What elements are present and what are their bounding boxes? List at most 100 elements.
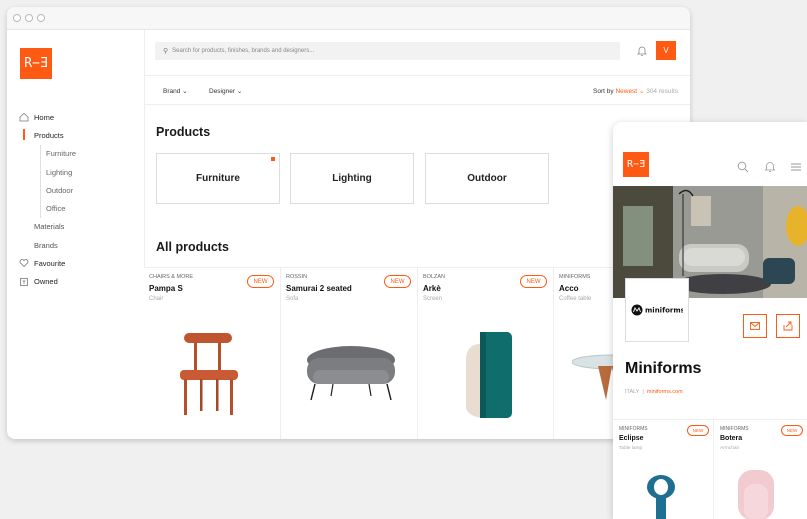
brand-filter-label: Brand xyxy=(163,88,181,95)
new-badge: NEW xyxy=(247,275,274,288)
chevron-down-icon: ⌄ xyxy=(236,88,243,95)
sidebar-item-label: Favourite xyxy=(34,259,66,269)
brand-meta: ITALY | miniforms.com xyxy=(625,389,683,395)
window-titlebar xyxy=(7,7,690,30)
sidebar-item-lighting[interactable]: Lighting xyxy=(19,162,76,182)
sidebar-item-brands[interactable]: Brands xyxy=(19,236,76,254)
product-brand: MINIFORMS xyxy=(619,426,648,432)
active-indicator xyxy=(23,129,25,141)
brand-website-link[interactable]: miniforms.com xyxy=(647,389,683,395)
product-type: Armchair xyxy=(720,446,740,451)
category-card-lighting[interactable]: Lighting xyxy=(290,153,414,204)
product-brand: CHAIRS & MORE xyxy=(149,274,194,280)
tree-line xyxy=(40,199,41,218)
sidebar: R−Ǝ Home Products Furniture Lighting Out… xyxy=(7,30,145,439)
filter-bar: Brand ⌄ Designer ⌄ Sort by Newest ⌄ 304 … xyxy=(144,75,690,105)
product-card[interactable]: BOLZAN Arkè Screen NEW xyxy=(418,268,554,439)
category-card-outdoor[interactable]: Outdoor xyxy=(425,153,549,204)
product-name: Pampa S xyxy=(149,284,183,293)
mail-button[interactable] xyxy=(743,314,767,338)
category-card-furniture[interactable]: Furniture xyxy=(156,153,280,204)
window-maximize-button[interactable] xyxy=(37,14,45,22)
window-close-button[interactable] xyxy=(13,14,21,22)
mail-icon xyxy=(750,322,760,330)
avatar[interactable]: V xyxy=(656,41,676,60)
category-label: Lighting xyxy=(332,173,372,184)
desktop-window: R−Ǝ Home Products Furniture Lighting Out… xyxy=(7,7,690,439)
search-icon: ⚲ xyxy=(163,48,169,55)
sidebar-item-label: Materials xyxy=(34,222,65,232)
box-icon xyxy=(20,277,28,286)
product-type: Coffee table xyxy=(559,296,592,302)
search-icon[interactable] xyxy=(737,161,749,173)
product-grid: CHAIRS & MORE Pampa S Chair NEW ROSSIN S… xyxy=(144,267,690,439)
new-indicator-dot xyxy=(271,157,275,161)
designer-filter-dropdown[interactable]: Designer ⌄ xyxy=(209,87,242,95)
sidebar-item-owned[interactable]: Owned xyxy=(19,273,76,291)
heart-icon xyxy=(19,259,29,268)
sidebar-item-label: Furniture xyxy=(46,149,77,159)
bell-icon[interactable] xyxy=(764,161,776,173)
product-name: Botera xyxy=(720,435,743,442)
sort-value[interactable]: Newest xyxy=(615,88,637,95)
sidebar-item-label: Brands xyxy=(34,240,58,250)
sidebar-item-furniture[interactable]: Furniture xyxy=(19,144,77,163)
chevron-down-icon: ⌄ xyxy=(182,88,188,95)
product-name: Acco xyxy=(559,284,579,293)
product-type: Table lamp xyxy=(619,446,643,451)
mobile-product-grid: MINIFORMS Eclipse Table lamp NEW MINIFOR… xyxy=(613,419,807,519)
designer-filter-label: Designer xyxy=(209,88,236,95)
sidebar-item-outdoor[interactable]: Outdoor xyxy=(19,181,76,200)
new-badge: NEW xyxy=(384,275,411,288)
screen-image xyxy=(466,332,512,418)
product-name: Eclipse xyxy=(619,435,644,442)
category-label: Furniture xyxy=(196,173,240,184)
menu-icon[interactable] xyxy=(790,161,802,173)
product-type: Chair xyxy=(149,296,164,302)
new-badge: NEW xyxy=(687,425,709,436)
brand-filter-dropdown[interactable]: Brand ⌄ xyxy=(163,87,188,95)
mobile-app-logo[interactable]: R−Ǝ xyxy=(623,152,649,177)
search-input[interactable]: ⚲ Search for products, finishes, brands … xyxy=(155,42,620,60)
product-brand: MINIFORMS xyxy=(559,274,591,280)
product-brand: ROSSIN xyxy=(286,274,308,280)
window-minimize-button[interactable] xyxy=(25,14,33,22)
avatar-initial: V xyxy=(663,46,669,55)
sidebar-item-label: Office xyxy=(46,204,66,214)
sidebar-item-materials[interactable]: Materials xyxy=(19,218,76,236)
product-name: Arkè xyxy=(423,284,441,293)
lamp-image xyxy=(647,475,675,519)
product-type: Sofa xyxy=(286,296,299,302)
chair-image xyxy=(180,333,238,415)
results-count: 304 results xyxy=(646,88,678,95)
sidebar-item-office[interactable]: Office xyxy=(19,199,76,218)
sidebar-item-home[interactable]: Home xyxy=(19,108,76,126)
product-card[interactable]: ROSSIN Samurai 2 seated Sofa NEW xyxy=(281,268,418,439)
armchair-image xyxy=(738,470,774,519)
new-badge: NEW xyxy=(781,425,803,436)
share-button[interactable] xyxy=(776,314,800,338)
app-logo[interactable]: R−Ǝ xyxy=(20,48,52,79)
brand-logo-text: miniforms xyxy=(645,307,683,315)
sidebar-item-favourite[interactable]: Favourite xyxy=(19,254,76,272)
product-name: Samurai 2 seated xyxy=(286,284,352,293)
logo-text: R−Ǝ xyxy=(24,56,48,71)
sofa-image xyxy=(307,346,395,401)
sidebar-nav: Home Products Furniture Lighting Outdoor… xyxy=(19,108,76,291)
sidebar-item-products[interactable]: Products xyxy=(19,126,76,144)
sidebar-item-label: Home xyxy=(34,112,55,122)
all-products-heading: All products xyxy=(156,240,229,254)
home-icon xyxy=(19,112,29,122)
product-card[interactable]: MINIFORMS Botera Armchair NEW xyxy=(714,420,807,519)
brand-logo: miniforms xyxy=(625,278,689,342)
tree-line xyxy=(40,181,41,200)
miniforms-logo: miniforms xyxy=(631,304,683,316)
bell-icon[interactable] xyxy=(636,44,648,58)
product-brand: BOLZAN xyxy=(423,274,446,280)
top-bar: ⚲ Search for products, finishes, brands … xyxy=(144,30,690,76)
sort-control[interactable]: Sort by Newest ⌄ 304 results xyxy=(593,87,678,95)
product-card[interactable]: CHAIRS & MORE Pampa S Chair NEW xyxy=(144,268,281,439)
sidebar-item-label: Owned xyxy=(34,277,58,287)
product-card[interactable]: MINIFORMS Eclipse Table lamp NEW xyxy=(613,420,714,519)
logo-text: R−Ǝ xyxy=(626,159,646,170)
